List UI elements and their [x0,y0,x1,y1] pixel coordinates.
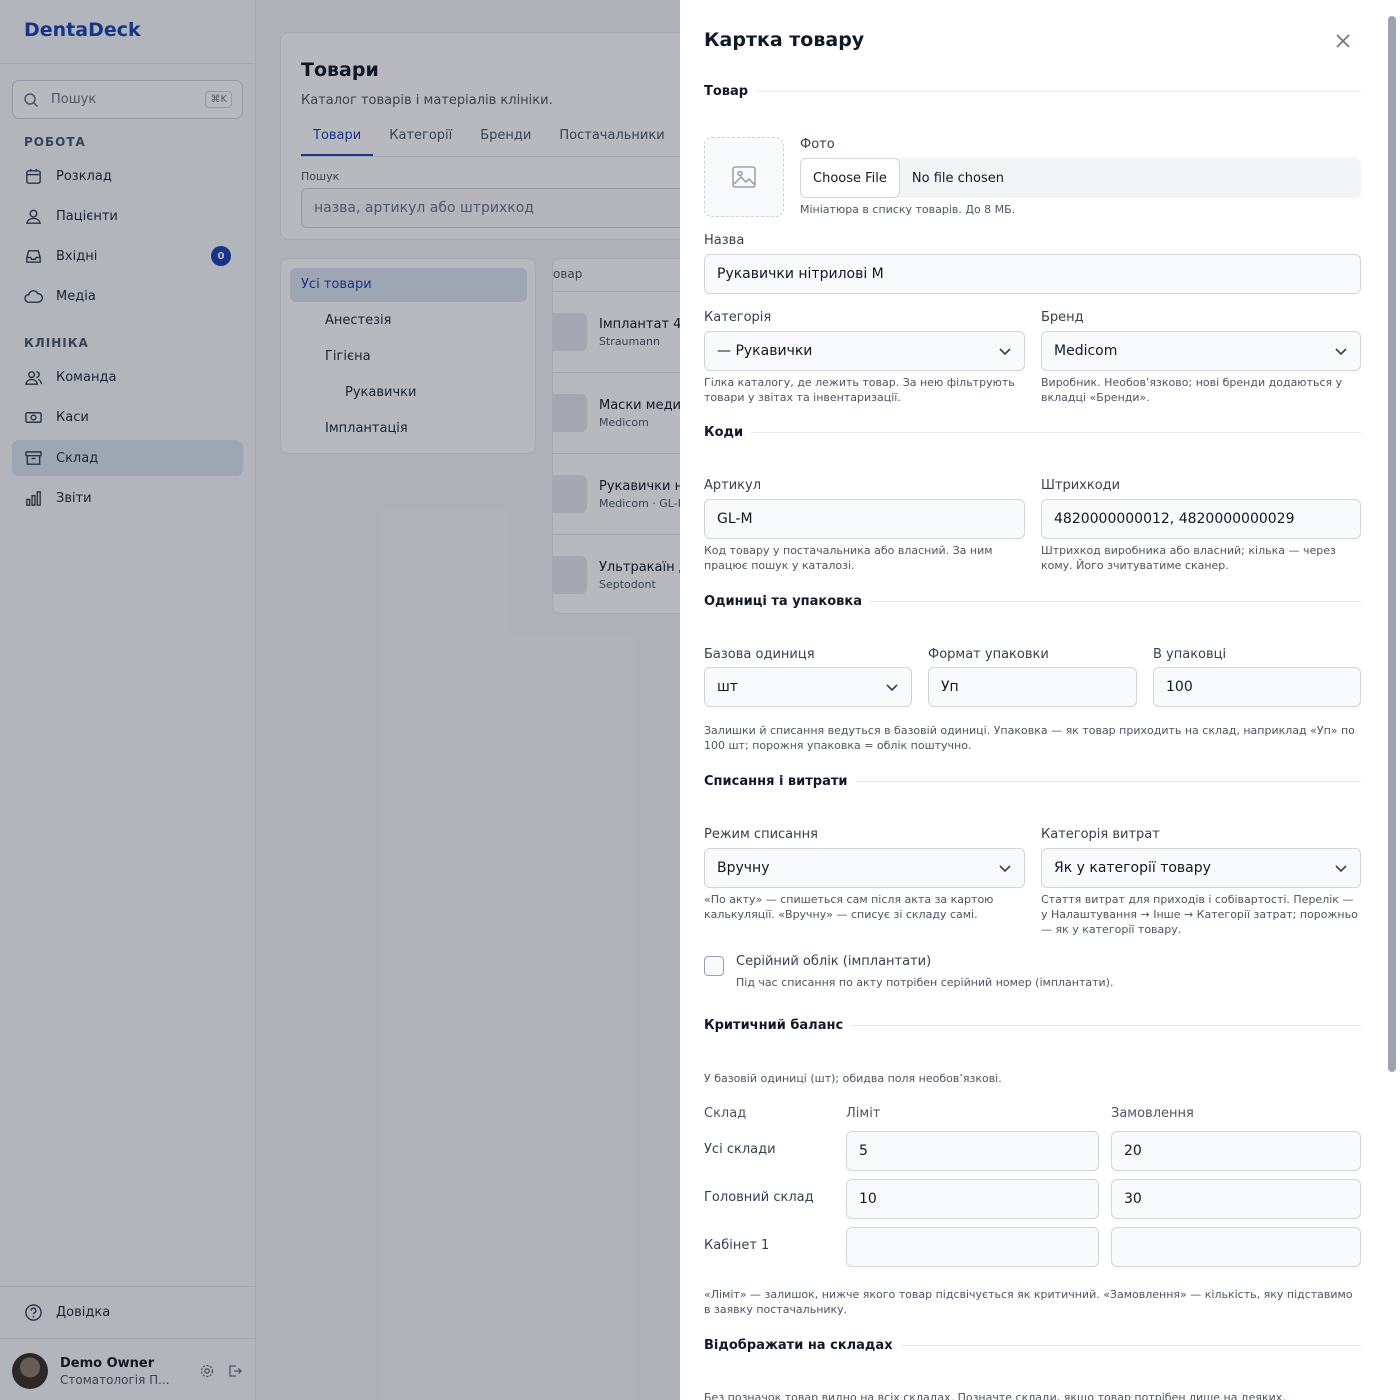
critical-intro: У базовій одиниці (шт); обидва поля необ… [704,1072,1002,1085]
section-heading-product: Товар [704,84,1361,99]
writeoff-mode-hint: «По акту» — спишеться сам після акта за … [704,893,994,921]
name-input[interactable]: Рукавички нітрилові M [704,254,1361,294]
limit-input[interactable]: 5 [846,1131,1099,1171]
base-unit-select[interactable]: шт [704,667,912,707]
product-card-drawer: Картка товару Товар Фото Choose File No … [680,0,1400,1400]
writeoff-mode-label: Режим списання [704,827,818,842]
sku-hint: Код товару у постачальника або власний. … [704,544,993,572]
chevron-down-icon [886,684,898,692]
serial-tracking-hint: Під час списання по акту потрібен серійн… [736,976,1114,989]
writeoff-mode-value: Вручну [717,860,770,876]
order-input[interactable]: 20 [1111,1131,1361,1171]
units-hint: Залишки й списання ведуться в базовій од… [704,724,1355,752]
serial-tracking-checkbox[interactable] [704,956,724,976]
category-select[interactable]: — Рукавички [704,331,1025,371]
sku-input[interactable]: GL-M [704,499,1025,539]
expense-category-label: Категорія витрат [1041,827,1160,842]
brand-label: Бренд [1041,310,1084,325]
brand-hint: Виробник. Необов’язково; нові бренди дод… [1041,376,1343,404]
category-label: Категорія [704,310,772,325]
store-name: Кабінет 1 [704,1238,770,1253]
photo-file-input[interactable]: Choose File No file chosen [800,158,1361,198]
order-input[interactable] [1111,1227,1361,1267]
pack-format-label: Формат упаковки [928,647,1049,662]
base-unit-label: Базова одиниця [704,647,815,662]
critical-hint: «Ліміт» — залишок, нижче якого товар під… [704,1288,1353,1316]
scrollbar[interactable] [1388,16,1396,1072]
section-heading-units: Одиниці та упаковка [704,594,1361,609]
serial-tracking-label[interactable]: Серійний облік (імплантати) [736,954,931,969]
expense-category-value: Як у категорії товару [1054,860,1211,876]
choose-file-button[interactable]: Choose File [800,158,900,198]
chevron-down-icon [999,348,1011,356]
photo-preview[interactable] [704,137,784,217]
pack-format-input[interactable]: Уп [928,667,1137,707]
column-header-store: Склад [704,1106,747,1121]
pack-qty-label: В упаковці [1153,647,1227,662]
file-status: No file chosen [911,170,1004,186]
photo-label: Фото [800,137,835,152]
barcodes-label: Штрихкоди [1041,478,1121,493]
column-header-limit: Ліміт [846,1106,881,1121]
category-hint: Гілка каталогу, де лежить товар. За нею … [704,376,1015,404]
limit-input[interactable] [846,1227,1099,1267]
section-heading-writeoff: Списання і витрати [704,774,1361,789]
brand-select[interactable]: Medicom [1041,331,1361,371]
section-heading-display: Відображати на складах [704,1338,1361,1353]
expense-category-hint: Стаття витрат для приходів і собівартост… [1041,893,1358,936]
name-label: Назва [704,233,745,248]
close-icon[interactable] [1333,31,1353,51]
base-unit-value: шт [717,679,738,695]
drawer-title: Картка товару [704,29,865,51]
section-heading-codes: Коди [704,425,1361,440]
expense-category-select[interactable]: Як у категорії товару [1041,848,1361,888]
chevron-down-icon [1335,865,1347,873]
chevron-down-icon [1335,348,1347,356]
chevron-down-icon [999,865,1011,873]
pack-qty-input[interactable]: 100 [1153,667,1361,707]
photo-hint: Мініатюра в списку товарів. До 8 МБ. [800,203,1016,216]
writeoff-mode-select[interactable]: Вручну [704,848,1025,888]
barcodes-input[interactable]: 4820000000012, 4820000000029 [1041,499,1361,539]
brand-select-value: Medicom [1054,343,1118,359]
display-hint: Без позначок товар видно на всіх складах… [704,1391,1286,1400]
store-name: Усі склади [704,1142,776,1157]
column-header-order: Замовлення [1111,1106,1194,1121]
store-name: Головний склад [704,1190,814,1205]
limit-input[interactable]: 10 [846,1179,1099,1219]
image-icon [732,166,756,188]
sku-label: Артикул [704,478,762,493]
section-heading-critical: Критичний баланс [704,1018,1361,1033]
barcodes-hint: Штрихкод виробника або власний; кілька —… [1041,544,1336,572]
category-select-value: — Рукавички [717,343,813,359]
order-input[interactable]: 30 [1111,1179,1361,1219]
